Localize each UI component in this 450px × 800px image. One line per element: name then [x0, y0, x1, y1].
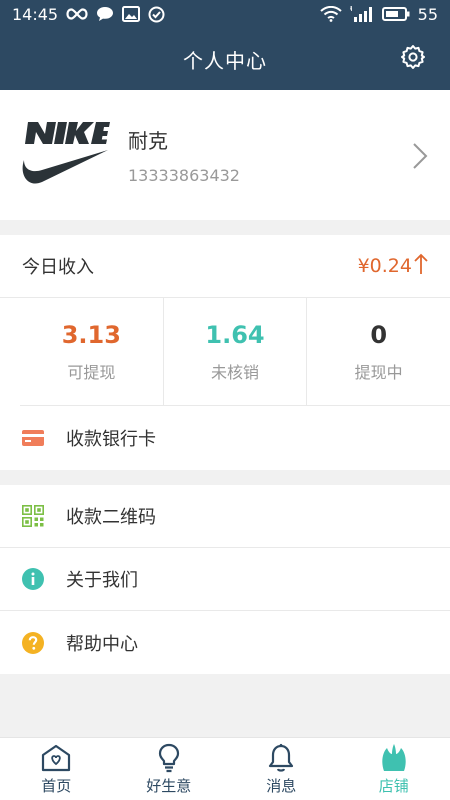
stat-unverified[interactable]: 1.64 未核销 — [164, 298, 308, 405]
tab-shop[interactable]: 店铺 — [338, 738, 450, 800]
menu-item-about[interactable]: 关于我们 — [0, 548, 450, 611]
battery-icon — [381, 7, 410, 21]
menu-label: 收款二维码 — [66, 507, 156, 528]
tab-label: 好生意 — [146, 776, 192, 795]
tab-home[interactable]: 首页 — [0, 738, 113, 800]
gear-icon — [400, 44, 426, 74]
help-icon — [22, 631, 44, 654]
wifi-icon — [319, 6, 342, 22]
shop-icon — [380, 743, 408, 773]
stat-label: 可提现 — [67, 362, 116, 382]
menu-label: 关于我们 — [66, 570, 138, 591]
stat-label: 提现中 — [354, 362, 403, 382]
stat-value: 1.64 — [205, 320, 265, 349]
arrow-up-icon — [414, 253, 428, 280]
bell-icon — [267, 743, 295, 773]
qr-code-icon — [22, 505, 44, 527]
today-income-value: ¥0.24 — [357, 255, 412, 277]
nav-bar: 个人中心 — [0, 28, 450, 90]
status-bar: 14:45 55 — [0, 0, 450, 28]
status-time: 14:45 — [12, 4, 59, 24]
menu-label: 帮助中心 — [66, 633, 138, 655]
tab-label: 首页 — [41, 776, 72, 795]
menu-item-bank-card[interactable]: 收款银行卡 — [0, 406, 450, 469]
today-income-row: 今日收入 ¥0.24 — [0, 235, 450, 298]
battery-level: 55 — [417, 4, 438, 24]
check-circle-icon — [148, 6, 165, 23]
tab-messages[interactable]: 消息 — [225, 738, 338, 800]
nike-logo — [20, 120, 110, 190]
infinity-icon — [66, 8, 88, 20]
stat-value: 3.13 — [61, 320, 121, 349]
income-stats: 3.13 可提现 1.64 未核销 0 提现中 — [20, 298, 450, 406]
profile-card[interactable]: 耐克 13333863432 — [0, 90, 450, 220]
menu-section: 收款二维码 关于我们 帮助中心 — [0, 485, 450, 674]
page-title: 个人中心 — [183, 48, 267, 73]
tab-label: 店铺 — [378, 776, 409, 795]
bank-card-icon — [22, 427, 44, 449]
top-bar: 14:45 55 个人中心 — [0, 0, 450, 90]
stat-withdrawing[interactable]: 0 提现中 — [307, 298, 450, 405]
menu-item-qr-code[interactable]: 收款二维码 — [0, 485, 450, 548]
chat-icon — [96, 6, 114, 22]
tab-good-business[interactable]: 好生意 — [113, 738, 226, 800]
shop-phone: 13333863432 — [128, 166, 240, 185]
menu-label: 收款银行卡 — [66, 428, 156, 450]
chevron-right-icon — [412, 142, 428, 174]
info-icon — [22, 568, 44, 590]
menu-item-help[interactable]: 帮助中心 — [0, 611, 450, 674]
signal-4g-icon — [349, 6, 374, 22]
income-section: 今日收入 ¥0.24 3.13 可提现 1.64 未核销 0 提现中 收款银行卡 — [0, 235, 450, 470]
stat-value: 0 — [370, 320, 388, 349]
shop-name: 耐克 — [128, 129, 168, 153]
bulb-icon — [157, 743, 181, 773]
home-icon — [41, 743, 71, 773]
settings-button[interactable] — [398, 44, 428, 74]
image-icon — [122, 6, 141, 22]
stat-label: 未核销 — [211, 362, 260, 382]
tab-bar: 首页 好生意 消息 店铺 — [0, 737, 450, 800]
tab-label: 消息 — [266, 776, 297, 795]
today-income-label: 今日收入 — [22, 257, 94, 278]
stat-withdrawable[interactable]: 3.13 可提现 — [20, 298, 164, 405]
